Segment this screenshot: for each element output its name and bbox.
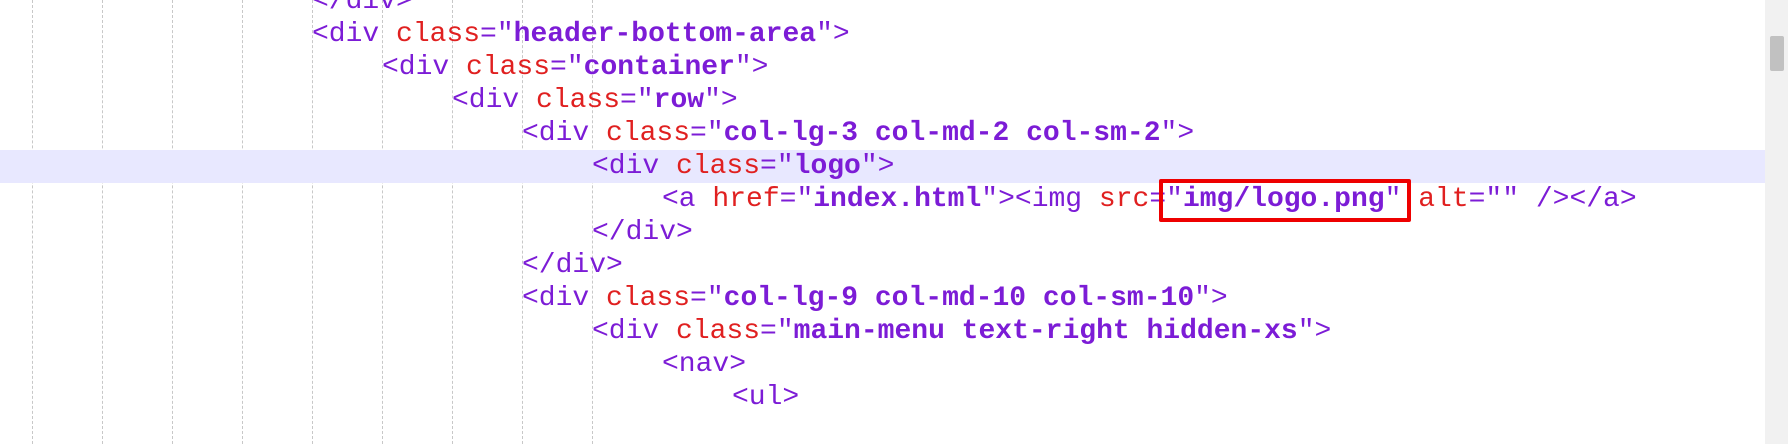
code-token: container — [583, 52, 735, 83]
code-token: "> — [734, 52, 769, 83]
code-line[interactable]: <nav> — [0, 348, 1765, 381]
code-token: <nav> — [662, 349, 747, 380]
code-line[interactable]: <ul> — [0, 381, 1765, 414]
code-token: class — [396, 19, 481, 50]
code-token: class — [676, 316, 761, 347]
code-line[interactable]: <div class="main-menu text-right hidden-… — [0, 315, 1765, 348]
code-text: <nav> — [662, 348, 746, 381]
code-line[interactable]: <div class="container"> — [0, 51, 1765, 84]
code-token: <a — [662, 184, 713, 215]
code-token: main-menu text-right hidden-xs — [793, 316, 1298, 347]
annotation-highlight-box — [1158, 179, 1411, 222]
code-text: <ul> — [732, 381, 799, 414]
code-token: <div — [312, 19, 397, 50]
code-token: logo — [793, 151, 861, 182]
code-text: </div> — [522, 249, 623, 282]
code-line[interactable]: <div class="row"> — [0, 84, 1765, 117]
scrollbar-thumb[interactable] — [1770, 36, 1784, 71]
code-token: <div — [452, 85, 537, 116]
vertical-scrollbar[interactable] — [1765, 0, 1788, 444]
code-text: <a href="index.html"><img src="img/logo.… — [662, 183, 1637, 216]
code-token: <div — [522, 118, 607, 149]
code-text: <div class="col-lg-3 col-md-2 col-sm-2"> — [522, 117, 1194, 150]
code-line[interactable]: <a href="index.html"><img src="img/logo.… — [0, 183, 1765, 216]
current-line[interactable]: <div class="logo"> — [0, 150, 1765, 183]
code-token: alt — [1418, 184, 1469, 215]
code-token: "> — [816, 19, 850, 50]
code-token: =" — [760, 316, 794, 347]
code-token: =" — [760, 151, 794, 182]
code-token: class — [606, 283, 691, 314]
code-token: class — [676, 151, 761, 182]
code-token: "> — [860, 151, 895, 182]
code-token: class — [466, 52, 551, 83]
code-token: </div> — [312, 0, 413, 17]
code-token: <div — [592, 316, 677, 347]
code-text: <div class="row"> — [452, 84, 738, 117]
code-token: =" — [550, 52, 584, 83]
code-token: =" — [480, 19, 514, 50]
code-text: <div class="main-menu text-right hidden-… — [592, 315, 1331, 348]
code-line[interactable]: <div class="col-lg-9 col-md-10 col-sm-10… — [0, 282, 1765, 315]
code-text: </div> — [312, 0, 413, 18]
code-token: =" — [690, 283, 724, 314]
code-token: row — [653, 85, 705, 116]
code-line[interactable]: </div> — [0, 249, 1765, 282]
code-token: <ul> — [732, 382, 800, 413]
code-token: index.html — [813, 184, 982, 215]
code-token: "> — [704, 85, 738, 116]
code-text: <div class="logo"> — [592, 150, 894, 183]
code-token: </div> — [522, 250, 623, 281]
code-line[interactable]: </div> — [0, 216, 1765, 249]
code-token: "> — [1160, 118, 1195, 149]
code-token: <div — [522, 283, 607, 314]
code-text: </div> — [592, 216, 693, 249]
code-token: href — [712, 184, 780, 215]
code-token: =" — [690, 118, 724, 149]
code-editor[interactable]: </div> <div class="header-bottom-area"> <d… — [0, 0, 1765, 444]
code-token: col-lg-9 col-md-10 col-sm-10 — [723, 283, 1195, 314]
code-token: =" — [620, 85, 654, 116]
code-token: =" — [779, 184, 814, 215]
code-line[interactable]: <div class="col-lg-3 col-md-2 col-sm-2"> — [0, 117, 1765, 150]
code-token: ="" /> — [1468, 184, 1570, 215]
code-token: </a> — [1569, 184, 1637, 215]
code-token: col-lg-3 col-md-2 col-sm-2 — [723, 118, 1161, 149]
code-line[interactable]: </div> — [0, 0, 1765, 18]
code-text: <div class="container"> — [382, 51, 768, 84]
code-token: <div — [592, 151, 677, 182]
code-token: </div> — [592, 217, 693, 248]
code-token: class — [606, 118, 691, 149]
code-token: <img — [1014, 184, 1099, 215]
code-token: <div — [382, 52, 467, 83]
code-token: src — [1098, 184, 1150, 215]
code-token: "> — [981, 184, 1015, 215]
code-token: class — [536, 85, 621, 116]
code-text: <div class="header-bottom-area"> — [312, 18, 850, 51]
code-line[interactable]: <div class="header-bottom-area"> — [0, 18, 1765, 51]
code-token: header-bottom-area — [513, 19, 817, 50]
code-token: "> — [1297, 316, 1332, 347]
code-token: "> — [1194, 283, 1228, 314]
code-text: <div class="col-lg-9 col-md-10 col-sm-10… — [522, 282, 1228, 315]
